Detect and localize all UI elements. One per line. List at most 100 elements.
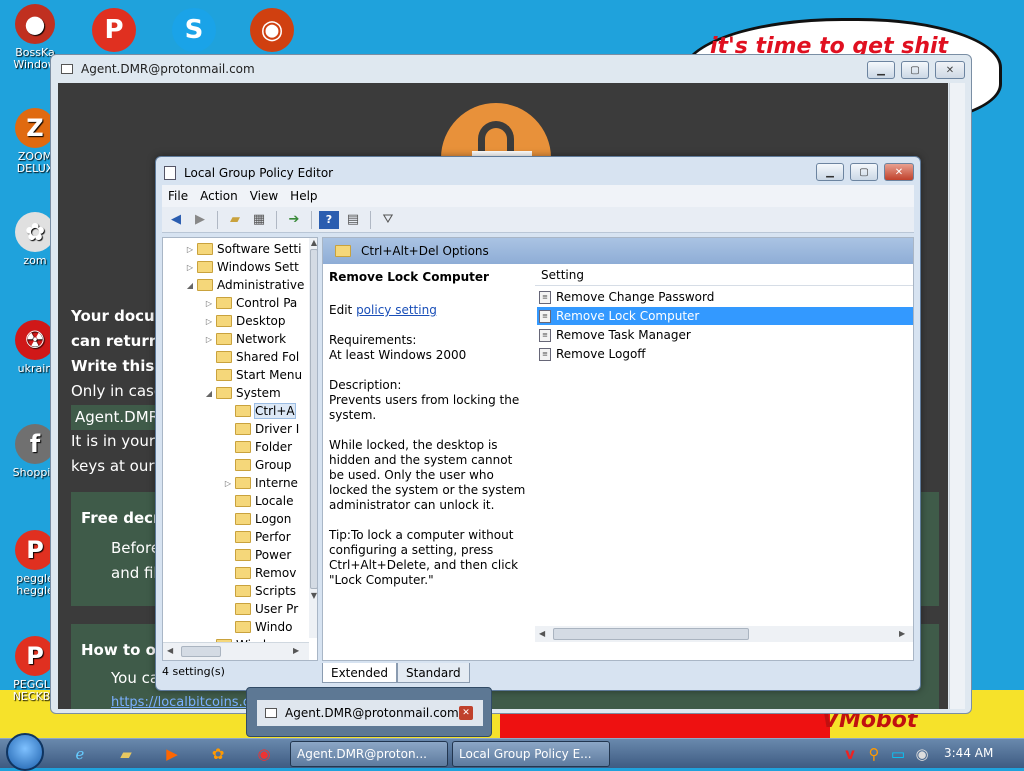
- expand-arrow-icon[interactable]: ▷: [204, 335, 214, 344]
- tree-item[interactable]: Remov: [223, 564, 296, 582]
- back-arrow-icon[interactable]: ◀: [166, 211, 186, 229]
- expand-arrow-icon[interactable]: ▷: [204, 299, 214, 308]
- tree-item-label: Administrative: [217, 278, 305, 292]
- tree-item[interactable]: ▷ Interne: [223, 474, 298, 492]
- media-player-icon[interactable]: ▶: [158, 742, 186, 766]
- tree-horizontal-scrollbar[interactable]: ◀ ▶: [163, 642, 309, 660]
- policy-tree[interactable]: ▷ Software Setti ▷ Windows Sett ◢ Administrat…: [162, 237, 318, 661]
- tree-item[interactable]: ▷ Windows Sett: [185, 258, 299, 276]
- tree-item[interactable]: Group: [223, 456, 292, 474]
- help-icon[interactable]: ?: [319, 210, 339, 229]
- taskbar-button-ransom[interactable]: Agent.DMR@proton...: [290, 741, 448, 767]
- tree-item[interactable]: ◢ Administrative: [185, 276, 304, 294]
- webcam-tray-icon[interactable]: ◉: [908, 742, 936, 766]
- peggle-icon[interactable]: P: [92, 8, 136, 52]
- tree-item[interactable]: Ctrl+A: [223, 402, 296, 420]
- minimize-button[interactable]: ▁: [867, 61, 895, 79]
- tree-item[interactable]: Start Menu: [204, 366, 302, 384]
- tree-item[interactable]: Windo: [223, 618, 293, 636]
- tree-item-label: Scripts: [255, 584, 297, 598]
- group-policy-editor-window[interactable]: Local Group Policy Editor ▁ ▢ ✕ File Act…: [155, 156, 921, 691]
- tree-vertical-scrollbar[interactable]: ▲ ▼: [309, 238, 317, 638]
- tree-item[interactable]: ▷ Network: [204, 330, 286, 348]
- properties-icon[interactable]: ▤: [343, 211, 363, 229]
- setting-row[interactable]: ≡ Remove Change Password: [537, 288, 913, 306]
- maximize-button[interactable]: ▢: [850, 163, 878, 181]
- scroll-left-icon[interactable]: ◀: [539, 629, 545, 638]
- scroll-right-icon[interactable]: ▶: [899, 629, 905, 638]
- expand-arrow-icon[interactable]: ▷: [185, 245, 195, 254]
- export-list-icon[interactable]: ➔: [284, 211, 304, 229]
- toolbar-separator: [217, 210, 218, 229]
- tree-item[interactable]: ▷ Software Setti: [185, 240, 302, 258]
- tree-item[interactable]: Shared Fol: [204, 348, 299, 366]
- skype-icon[interactable]: S: [172, 8, 216, 52]
- show-hide-tree-icon[interactable]: ▦: [249, 211, 269, 229]
- tree-item[interactable]: Locale: [223, 492, 293, 510]
- localbitcoins-link[interactable]: https://localbitcoins.co: [111, 690, 258, 709]
- scroll-left-icon[interactable]: ◀: [167, 646, 173, 655]
- folder-icon: [197, 279, 213, 291]
- forward-arrow-icon[interactable]: ▶: [190, 211, 210, 229]
- tree-item-label: Driver I: [255, 422, 300, 436]
- menu-file[interactable]: File: [162, 189, 194, 203]
- preview-item[interactable]: Agent.DMR@protonmail.com ✕: [257, 700, 483, 726]
- scroll-thumb[interactable]: [181, 646, 221, 657]
- tree-item[interactable]: Driver I: [223, 420, 299, 438]
- tree-item-label: Group: [255, 458, 292, 472]
- file-explorer-icon[interactable]: ▰: [112, 742, 140, 766]
- lock-shackle-icon: [478, 121, 514, 151]
- close-icon[interactable]: ✕: [459, 706, 473, 720]
- maximize-button[interactable]: ▢: [901, 61, 929, 79]
- scroll-down-icon[interactable]: ▼: [309, 591, 317, 600]
- globe-icon[interactable]: ◉: [250, 8, 294, 52]
- tree-item-label: Software Setti: [217, 242, 302, 256]
- scroll-thumb[interactable]: [553, 628, 749, 640]
- tree-item[interactable]: Perfor: [223, 528, 291, 546]
- close-button[interactable]: ✕: [884, 163, 914, 181]
- scroll-right-icon[interactable]: ▶: [293, 646, 299, 655]
- clock[interactable]: 3:44 AM: [944, 746, 993, 760]
- gpe-titlebar[interactable]: Local Group Policy Editor: [164, 163, 333, 183]
- setting-column-header[interactable]: Setting: [535, 264, 913, 286]
- scroll-thumb[interactable]: [310, 249, 317, 589]
- filter-icon[interactable]: ⛛: [378, 211, 398, 229]
- expand-arrow-icon[interactable]: ◢: [204, 389, 214, 398]
- expand-arrow-icon[interactable]: ▷: [223, 479, 233, 488]
- tree-item[interactable]: ◢ System: [204, 384, 281, 402]
- close-button[interactable]: ✕: [935, 61, 965, 79]
- tree-item-label: Locale: [255, 494, 294, 508]
- taskbar-button-gpe[interactable]: Local Group Policy E...: [452, 741, 610, 767]
- menu-view[interactable]: View: [244, 189, 284, 203]
- tree-item[interactable]: Folder: [223, 438, 292, 456]
- expand-arrow-icon[interactable]: ◢: [185, 281, 195, 290]
- menu-help[interactable]: Help: [284, 189, 323, 203]
- tree-item[interactable]: ▷ Control Pa: [204, 294, 297, 312]
- tree-item[interactable]: ▷ Desktop: [204, 312, 286, 330]
- tab-extended[interactable]: Extended: [322, 663, 397, 683]
- tab-standard[interactable]: Standard: [397, 663, 470, 683]
- setting-row[interactable]: ≡ Remove Task Manager: [537, 326, 913, 344]
- folder-icon: [235, 585, 251, 597]
- taskbar-preview-popup[interactable]: Agent.DMR@protonmail.com ✕: [246, 687, 492, 737]
- paint-icon[interactable]: ✿: [204, 742, 232, 766]
- up-folder-icon[interactable]: ▰: [225, 211, 245, 229]
- tree-item[interactable]: Logon: [223, 510, 291, 528]
- tree-item[interactable]: User Pr: [223, 600, 298, 618]
- edit-policy-link[interactable]: policy setting: [356, 303, 437, 317]
- ransom-titlebar[interactable]: Agent.DMR@protonmail.com: [51, 55, 971, 83]
- menu-action[interactable]: Action: [194, 189, 244, 203]
- scroll-up-icon[interactable]: ▲: [309, 238, 317, 247]
- list-horizontal-scrollbar[interactable]: ◀ ▶: [535, 626, 913, 642]
- setting-row[interactable]: ≡ Remove Lock Computer: [537, 307, 913, 325]
- internet-explorer-icon[interactable]: ℯ: [66, 742, 94, 766]
- minimize-button[interactable]: ▁: [816, 163, 844, 181]
- chrome-icon[interactable]: ◉: [250, 742, 278, 766]
- tree-item[interactable]: Power: [223, 546, 291, 564]
- start-button[interactable]: [6, 733, 44, 771]
- expand-arrow-icon[interactable]: ▷: [185, 263, 195, 272]
- ransom-scrollbar[interactable]: [949, 83, 965, 709]
- setting-row[interactable]: ≡ Remove Logoff: [537, 345, 913, 363]
- expand-arrow-icon[interactable]: ▷: [204, 317, 214, 326]
- tree-item[interactable]: Scripts: [223, 582, 296, 600]
